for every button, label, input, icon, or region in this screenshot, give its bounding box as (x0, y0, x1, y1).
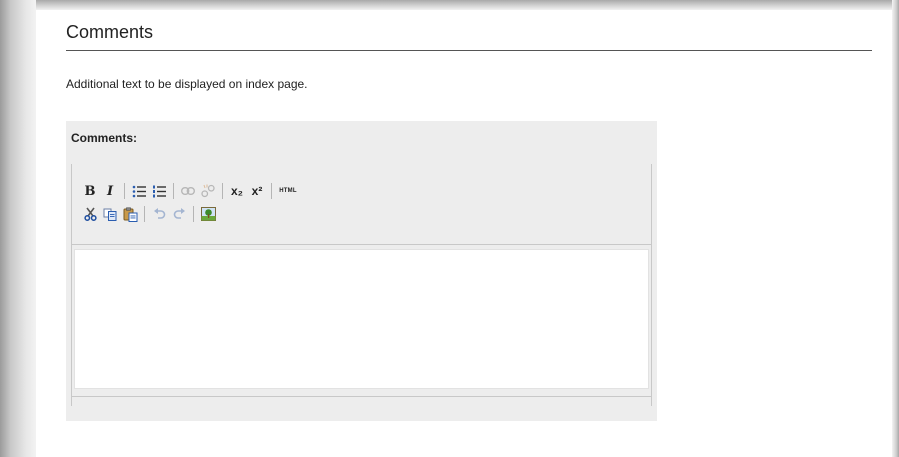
redo-button[interactable] (169, 204, 189, 224)
page-content: Comments Additional text to be displayed… (36, 10, 892, 457)
bold-button[interactable]: B (80, 181, 100, 201)
undo-button[interactable] (149, 204, 169, 224)
toolbar-separator (193, 206, 194, 222)
scissors-icon (83, 207, 97, 221)
unlink-icon (201, 184, 215, 198)
link-button[interactable] (178, 181, 198, 201)
editor-status-bar (72, 396, 651, 397)
italic-button[interactable]: I (100, 181, 120, 201)
window-frame-left (0, 0, 36, 457)
comments-field-panel: Comments: B I x₂ x² HTML (66, 121, 657, 421)
unlink-button[interactable] (198, 181, 218, 201)
comments-editor-area[interactable] (74, 249, 649, 389)
link-icon (181, 187, 195, 195)
copy-button[interactable] (100, 204, 120, 224)
copy-icon (103, 208, 117, 221)
toolbar-separator (222, 183, 223, 199)
numbered-list-icon (153, 185, 166, 197)
editor-toolbar-row-1: B I x₂ x² HTML (80, 181, 300, 201)
paste-icon (123, 206, 137, 222)
undo-icon (153, 208, 165, 219)
subscript-icon: x₂ (230, 184, 243, 198)
toolbar-separator (271, 183, 272, 199)
help-text: Additional text to be displayed on index… (66, 77, 308, 91)
comments-label: Comments: (71, 131, 138, 145)
cut-button[interactable] (80, 204, 100, 224)
toolbar-separator (144, 206, 145, 222)
window-frame-top (0, 0, 899, 10)
toolbar-separator (173, 183, 174, 199)
bullet-list-button[interactable] (129, 181, 149, 201)
redo-icon (173, 208, 185, 219)
window-frame-right (892, 0, 899, 457)
bullet-list-icon (132, 185, 146, 197)
title-divider (66, 50, 872, 51)
section-title: Comments (66, 22, 154, 42)
subscript-button[interactable]: x₂ (227, 181, 247, 201)
toolbar-separator (124, 183, 125, 199)
superscript-icon: x² (251, 184, 263, 198)
superscript-button[interactable]: x² (247, 181, 267, 201)
insert-image-button[interactable] (198, 204, 218, 224)
image-icon (200, 207, 216, 221)
html-button[interactable]: HTML (276, 181, 300, 201)
toolbar-divider (72, 244, 651, 245)
rich-text-editor: B I x₂ x² HTML (71, 164, 652, 406)
paste-button[interactable] (120, 204, 140, 224)
editor-toolbar-row-2 (80, 204, 218, 224)
numbered-list-button[interactable] (149, 181, 169, 201)
